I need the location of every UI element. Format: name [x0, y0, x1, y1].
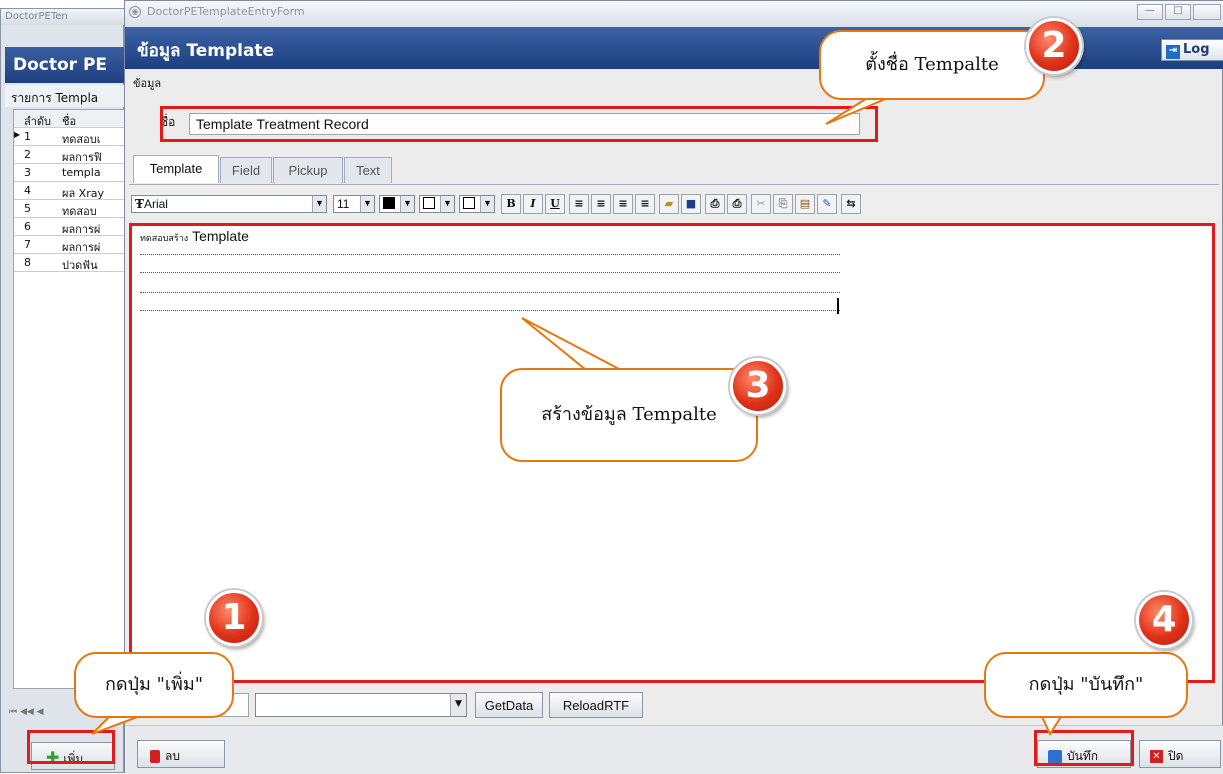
step-badge-3: 3: [730, 358, 786, 414]
step-badge-4: 4: [1136, 592, 1192, 648]
callout-step4: กดปุ่ม "บันทึก": [984, 652, 1188, 718]
callout-step3: สร้างข้อมูล Tempalte: [500, 368, 758, 462]
callout-step2: ตั้งชื่อ Tempalte: [819, 30, 1045, 100]
callout-step1: กดปุ่ม "เพิ่ม": [74, 652, 234, 718]
step-badge-1: 1: [206, 590, 262, 646]
step-badge-2: 2: [1026, 18, 1082, 74]
